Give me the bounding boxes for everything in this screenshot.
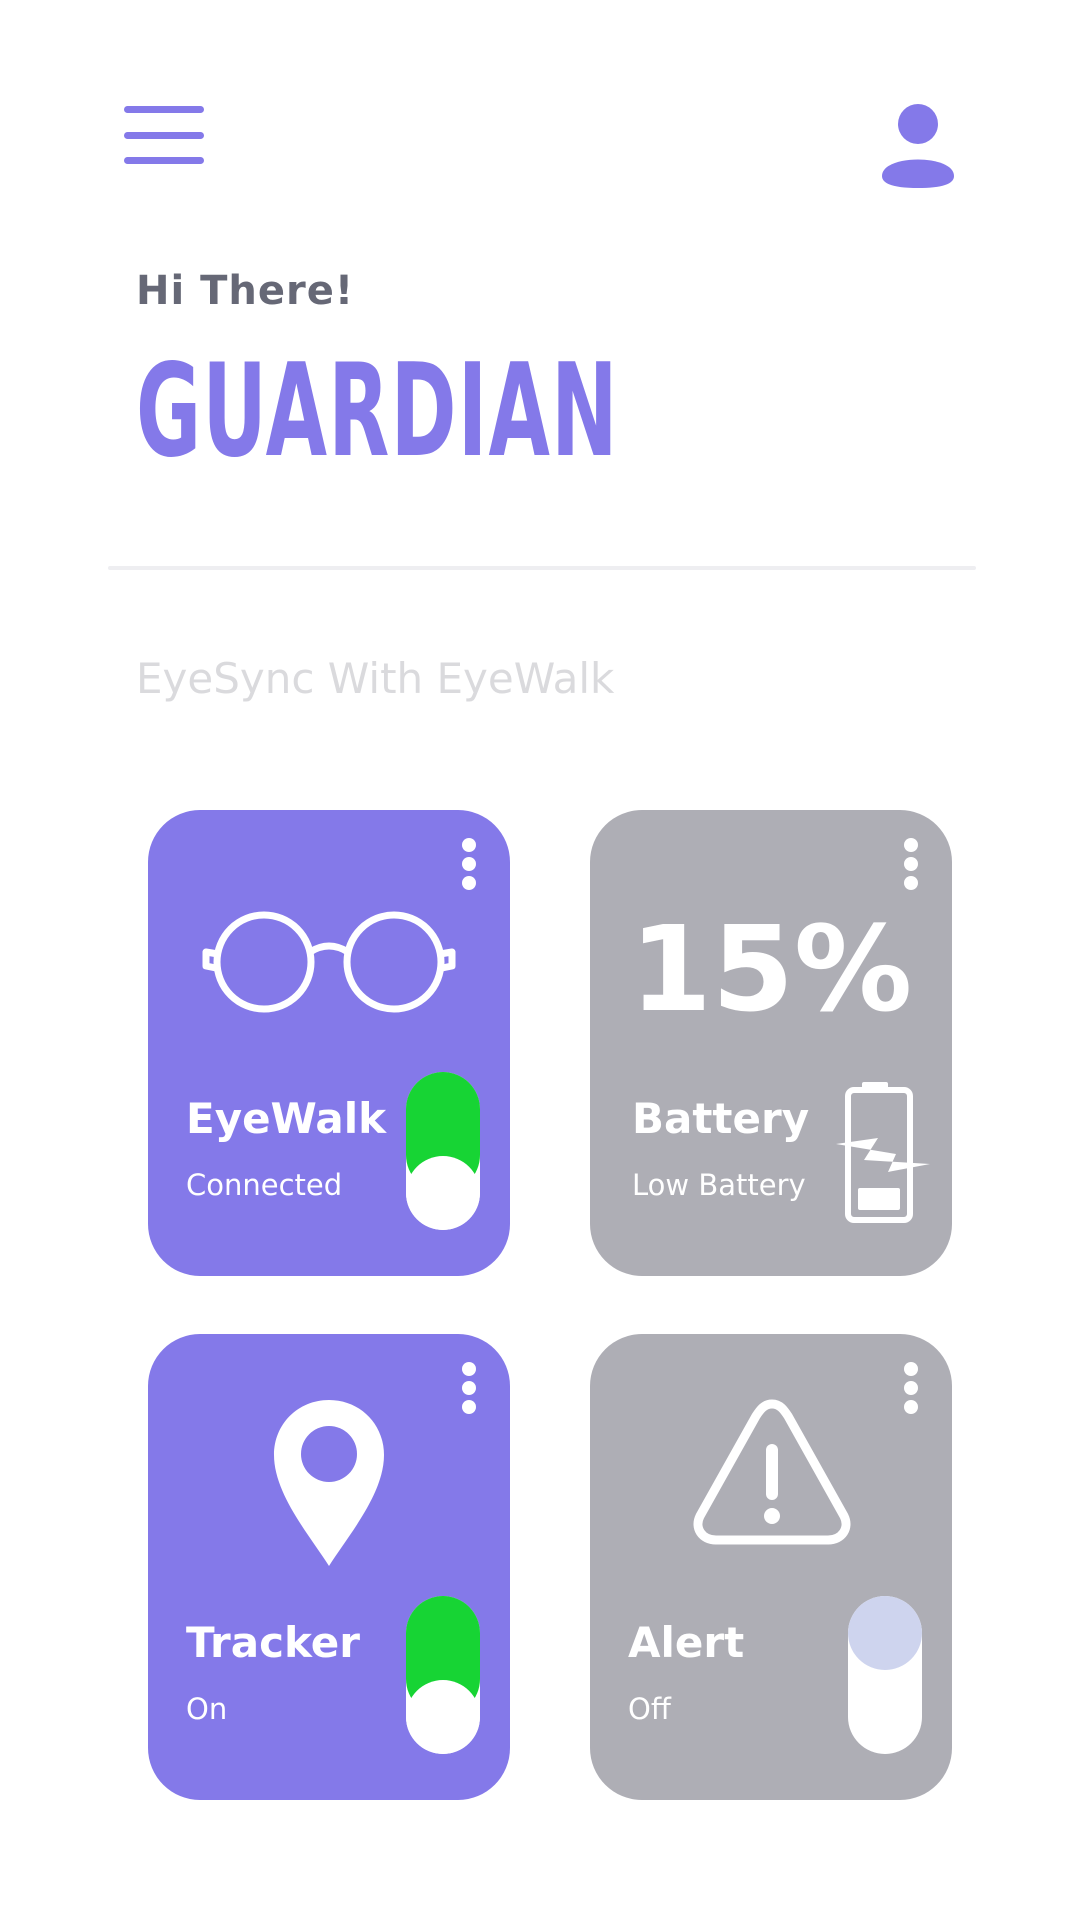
- more-options-icon[interactable]: [462, 838, 476, 890]
- alert-toggle[interactable]: [848, 1596, 922, 1754]
- card-title: EyeWalk: [186, 1094, 387, 1143]
- toggle-knob: [406, 1680, 480, 1754]
- more-options-icon[interactable]: [904, 838, 918, 890]
- toggle-knob: [848, 1596, 922, 1670]
- profile-button[interactable]: [880, 104, 956, 188]
- section-subtitle: EyeSync With EyeWalk: [136, 654, 615, 703]
- tracker-card[interactable]: Tracker On: [148, 1334, 510, 1800]
- card-status: On: [186, 1692, 228, 1726]
- more-options-icon[interactable]: [462, 1362, 476, 1414]
- card-title: Tracker: [186, 1618, 360, 1667]
- user-icon: [882, 104, 954, 188]
- card-title: Alert: [628, 1618, 745, 1667]
- card-status: Off: [628, 1692, 671, 1726]
- greeting-text: Hi There!: [136, 268, 355, 314]
- low-battery-icon: [836, 1082, 930, 1223]
- menu-button[interactable]: [124, 106, 204, 166]
- hamburger-menu-icon: [124, 106, 204, 113]
- glasses-icon: [202, 911, 456, 1013]
- eyewalk-card[interactable]: EyeWalk Connected: [148, 810, 510, 1276]
- card-title: Battery: [632, 1094, 810, 1143]
- tracker-toggle[interactable]: [406, 1596, 480, 1754]
- alert-card[interactable]: Alert Off: [590, 1334, 952, 1800]
- toggle-knob: [406, 1156, 480, 1230]
- card-status: Low Battery: [632, 1168, 806, 1202]
- battery-card[interactable]: 15% Battery Low Battery: [590, 810, 952, 1276]
- eyewalk-toggle[interactable]: [406, 1072, 480, 1230]
- warning-triangle-icon: [693, 1399, 851, 1545]
- card-status: Connected: [186, 1168, 343, 1202]
- page-title: GUARDIAN: [136, 337, 619, 486]
- location-pin-icon: [274, 1400, 384, 1566]
- battery-percentage: 15%: [629, 900, 913, 1038]
- divider: [108, 566, 976, 570]
- more-options-icon[interactable]: [904, 1362, 918, 1414]
